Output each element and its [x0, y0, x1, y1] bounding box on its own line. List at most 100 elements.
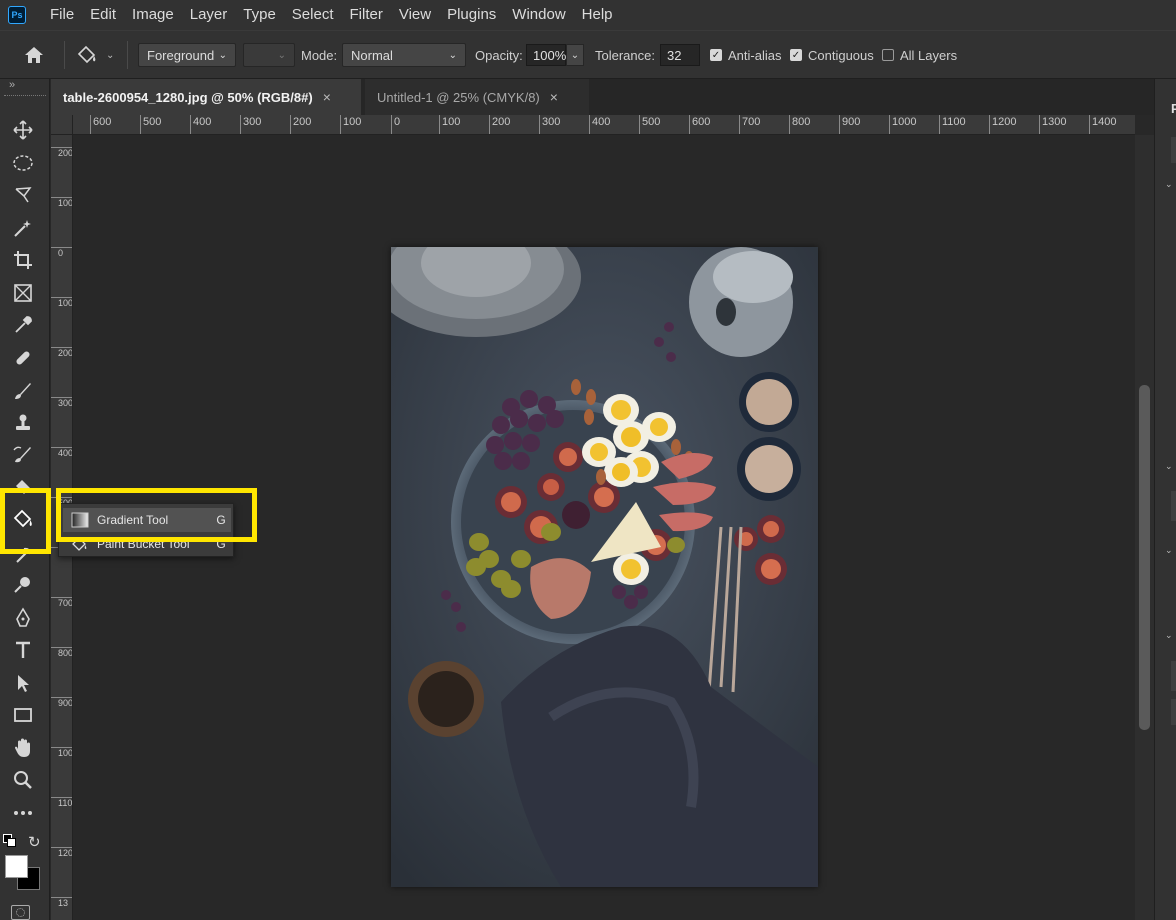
opacity-slider-toggle[interactable]: ⌄ — [566, 44, 584, 66]
ruler-label: 900 — [839, 115, 860, 134]
magic-wand-icon[interactable] — [6, 214, 40, 242]
frame-icon[interactable] — [6, 279, 40, 307]
ruler-label: 1000 — [889, 115, 916, 134]
all-layers-checkbox[interactable]: All Layers — [882, 31, 957, 79]
chevron-down-icon[interactable]: ⌄ — [1165, 545, 1173, 556]
menu-view[interactable]: View — [391, 0, 439, 30]
tab-title: table-2600954_1280.jpg @ 50% (RGB/8#) — [63, 89, 313, 105]
ruler-label: 800 — [51, 647, 72, 677]
path-selection-icon[interactable] — [6, 669, 40, 697]
ruler-label: 300 — [240, 115, 261, 134]
menu-type[interactable]: Type — [235, 0, 284, 30]
foreground-color-swatch[interactable] — [5, 855, 28, 878]
panel-control[interactable] — [1171, 661, 1176, 691]
chevron-down-icon: ⌄ — [570, 49, 580, 61]
menu-help[interactable]: Help — [574, 0, 621, 30]
hand-icon[interactable] — [6, 734, 40, 762]
ruler-label: 600 — [689, 115, 710, 134]
ruler-label: 500 — [140, 115, 161, 134]
menu-window[interactable]: Window — [504, 0, 573, 30]
chevron-down-icon[interactable]: ⌄ — [1165, 461, 1173, 472]
chevron-down-icon[interactable]: ⌄ — [1165, 630, 1173, 641]
chevron-down-icon[interactable]: ⌄ — [1165, 179, 1173, 190]
ruler-label: 500 — [639, 115, 660, 134]
menu-image[interactable]: Image — [124, 0, 182, 30]
panel-control[interactable] — [1171, 699, 1176, 725]
home-icon — [25, 47, 43, 63]
brush-icon[interactable] — [6, 377, 40, 405]
menu-layer[interactable]: Layer — [182, 0, 236, 30]
ellipse-marquee-icon[interactable] — [6, 149, 40, 177]
lasso-icon[interactable] — [6, 181, 40, 209]
menu-edit[interactable]: Edit — [82, 0, 124, 30]
clone-stamp-icon[interactable] — [6, 409, 40, 437]
flyout-highlight-box — [56, 488, 257, 542]
healing-brush-icon[interactable] — [6, 344, 40, 372]
default-colors-icon[interactable] — [3, 834, 17, 848]
ruler-label: 0 — [391, 115, 400, 134]
panel-control[interactable] — [1171, 491, 1176, 521]
ruler-label: 100 — [439, 115, 460, 134]
opacity-label: Opacity: — [475, 47, 523, 63]
ruler-label: 13 — [51, 897, 72, 919]
tool-preset-picker[interactable]: ⌄ — [74, 31, 114, 79]
ruler-label: 1100 — [939, 115, 966, 134]
blend-mode-value: Normal — [351, 47, 393, 63]
swap-colors-icon[interactable]: ↻ — [28, 833, 41, 851]
fill-source-select[interactable]: Foreground ⌄ — [138, 43, 236, 67]
more-tools-icon[interactable] — [6, 799, 40, 827]
contiguous-checkbox[interactable]: ✓ Contiguous — [790, 31, 874, 79]
document-tabs: table-2600954_1280.jpg @ 50% (RGB/8#) × … — [51, 79, 1154, 115]
mode-label: Mode: — [301, 47, 338, 63]
expand-panel-icon[interactable]: » — [9, 79, 15, 91]
close-icon[interactable]: × — [550, 89, 558, 105]
scrollbar-thumb[interactable] — [1139, 385, 1150, 730]
document-image[interactable] — [391, 247, 818, 887]
fill-source-value: Foreground — [147, 47, 215, 63]
eyedropper-icon[interactable] — [6, 311, 40, 339]
ruler-label: 400 — [589, 115, 610, 134]
panel-grip[interactable] — [4, 95, 46, 97]
move-icon[interactable] — [6, 116, 40, 144]
panel-label: P — [1171, 101, 1176, 116]
tolerance-input[interactable]: 32 — [660, 44, 700, 66]
menu-plugins[interactable]: Plugins — [439, 0, 504, 30]
home-button[interactable] — [22, 31, 46, 79]
blend-mode-select[interactable]: Normal ⌄ — [342, 43, 466, 67]
anti-alias-checkbox[interactable]: ✓ Anti-alias — [710, 31, 781, 79]
menu-select[interactable]: Select — [284, 0, 342, 30]
checkbox-empty-icon — [882, 49, 894, 61]
dodge-icon[interactable] — [6, 571, 40, 599]
chevron-down-icon: ⌄ — [218, 49, 227, 61]
zoom-icon[interactable] — [6, 766, 40, 794]
rectangle-icon[interactable] — [6, 701, 40, 729]
pen-icon[interactable] — [6, 604, 40, 632]
history-brush-icon[interactable] — [6, 441, 40, 469]
tab-untitled-1[interactable]: Untitled-1 @ 25% (CMYK/8) × — [365, 79, 589, 115]
options-bar: ⌄ Foreground ⌄ ⌄ Mode: Normal ⌄ Opacity:… — [0, 30, 1176, 79]
type-icon[interactable] — [6, 636, 40, 664]
ruler-label: 700 — [739, 115, 760, 134]
ruler-label: 800 — [789, 115, 810, 134]
tool-highlight-box — [0, 488, 51, 554]
ruler-label: 200 — [489, 115, 510, 134]
ruler-label: 1300 — [1039, 115, 1066, 134]
tab-table-image[interactable]: table-2600954_1280.jpg @ 50% (RGB/8#) × — [51, 79, 361, 115]
ruler-label: 1200 — [989, 115, 1016, 134]
panel-control[interactable] — [1171, 137, 1176, 163]
opacity-input[interactable]: 100% — [526, 44, 566, 66]
anti-alias-label: Anti-alias — [728, 47, 782, 63]
horizontal-ruler[interactable]: 600 500 400 300 200 100 0 100 200 300 40… — [73, 115, 1135, 135]
chevron-down-icon: ⌄ — [448, 49, 457, 61]
close-icon[interactable]: × — [323, 89, 331, 105]
menu-filter[interactable]: Filter — [342, 0, 391, 30]
check-icon: ✓ — [710, 49, 722, 61]
menu-file[interactable]: File — [42, 0, 82, 30]
crop-icon[interactable] — [6, 246, 40, 274]
canvas-vertical-scrollbar[interactable] — [1135, 135, 1154, 920]
ruler-label: 1400 — [1089, 115, 1116, 134]
pattern-picker[interactable]: ⌄ — [243, 43, 295, 67]
quick-mask-icon[interactable] — [11, 905, 30, 920]
ruler-label: 300 — [539, 115, 560, 134]
ruler-label: 1000 — [51, 747, 72, 787]
